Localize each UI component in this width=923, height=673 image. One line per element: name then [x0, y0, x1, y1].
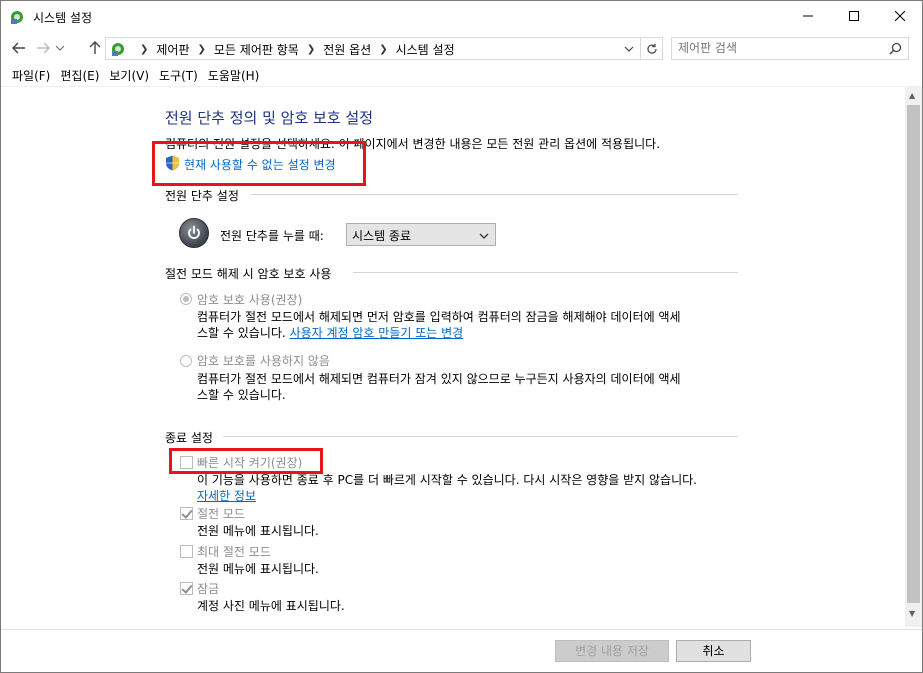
page-title: 전원 단추 정의 및 암호 보호 설정: [165, 109, 374, 127]
password-not-required-radio[interactable]: [180, 355, 192, 367]
breadcrumb-item[interactable]: 시스템 설정: [396, 41, 455, 58]
search-input[interactable]: [678, 41, 878, 55]
power-button-action-select[interactable]: 시스템 종료: [346, 223, 496, 246]
system-settings-window: 시스템 설정 ❯ 제어판 ❯ 모든 제어판 항목 ❯ 전원 옵션 ❯ 시스템 설…: [0, 0, 923, 673]
breadcrumb-separator-icon[interactable]: ❯: [307, 44, 315, 55]
fast-startup-desc: 이 기능을 사용하면 종료 후 PC를 더 빠르게 시작할 수 있습니다. 다시…: [197, 473, 697, 487]
breadcrumb-separator-icon[interactable]: ❯: [379, 44, 387, 55]
back-button[interactable]: [9, 37, 29, 59]
address-bar[interactable]: ❯ 제어판 ❯ 모든 제어판 항목 ❯ 전원 옵션 ❯ 시스템 설정: [105, 37, 641, 60]
cancel-button[interactable]: 취소: [676, 640, 751, 662]
control-panel-icon: [9, 9, 25, 25]
refresh-button[interactable]: [641, 37, 663, 60]
password-required-radio[interactable]: [180, 293, 192, 305]
user-account-password-link[interactable]: 사용자 계정 암호 만들기 또는 변경: [290, 326, 464, 340]
password-required-desc-text: 스할 수 있습니다.: [197, 326, 286, 340]
menu-help[interactable]: 도움말(H): [203, 67, 265, 84]
menu-file[interactable]: 파일(F): [7, 67, 55, 84]
menu-view[interactable]: 보기(V): [104, 67, 154, 84]
breadcrumb-item[interactable]: 제어판: [156, 41, 189, 58]
power-button-label: 전원 단추를 누를 때:: [220, 229, 324, 243]
title-bar: 시스템 설정: [1, 1, 922, 33]
sleep-desc: 전원 메뉴에 표시됩니다.: [197, 524, 319, 538]
password-section-heading: 절전 모드 해제 시 암호 보호 사용: [165, 267, 332, 281]
menu-tools[interactable]: 도구(T): [154, 67, 203, 84]
sleep-checkbox[interactable]: [180, 507, 193, 520]
navigation-bar: ❯ 제어판 ❯ 모든 제어판 항목 ❯ 전원 옵션 ❯ 시스템 설정: [1, 33, 922, 63]
scroll-up-icon[interactable]: ▲: [909, 91, 915, 100]
dialog-footer: 변경 내용 저장 취소: [1, 629, 922, 672]
vertical-scrollbar[interactable]: ▲ ▼: [905, 87, 922, 627]
hibernate-desc: 전원 메뉴에 표시됩니다.: [197, 562, 319, 576]
scrollbar-thumb[interactable]: [907, 105, 920, 603]
password-required-desc-line1: 컴퓨터가 절전 모드에서 해제되면 먼저 암호를 입력하여 컴퓨터의 잠금을 해…: [197, 310, 681, 324]
password-not-required-label: 암호 보호를 사용하지 않음: [197, 354, 330, 368]
highlight-box-change-settings: [152, 141, 366, 186]
password-required-label: 암호 보호 사용(권장): [197, 293, 303, 307]
close-button[interactable]: [877, 1, 922, 31]
address-dropdown-icon[interactable]: [624, 42, 634, 56]
maximize-button[interactable]: [831, 1, 877, 31]
control-panel-icon: [110, 41, 126, 57]
search-icon[interactable]: [889, 42, 902, 58]
password-required-desc-line2: 스할 수 있습니다. 사용자 계정 암호 만들기 또는 변경: [197, 324, 463, 341]
section-divider: [251, 194, 738, 195]
breadcrumb-separator-icon: ❯: [140, 44, 149, 55]
recent-locations-button[interactable]: [53, 37, 67, 59]
power-button-section-heading: 전원 단추 설정: [165, 189, 239, 203]
power-button-icon: [179, 218, 209, 248]
window-title: 시스템 설정: [33, 11, 93, 25]
password-not-required-desc-line1: 컴퓨터가 절전 모드에서 해제되면 컴퓨터가 잠겨 있지 않으므로 누구든지 사…: [197, 372, 681, 386]
power-button-action-value: 시스템 종료: [352, 229, 412, 243]
section-divider: [223, 436, 738, 437]
chevron-down-icon: [479, 229, 489, 243]
settings-content: 전원 단추 정의 및 암호 보호 설정 컴퓨터의 전원 설정을 선택하세요. 이…: [1, 87, 905, 627]
lock-checkbox[interactable]: [180, 582, 193, 595]
menu-bar: 파일(F) 편집(E) 보기(V) 도구(T) 도움말(H): [1, 65, 922, 87]
save-changes-button[interactable]: 변경 내용 저장: [555, 640, 669, 662]
hibernate-label: 최대 절전 모드: [197, 545, 271, 559]
password-not-required-desc-line2: 스할 수 있습니다.: [197, 388, 286, 402]
search-box[interactable]: [671, 37, 909, 60]
forward-button[interactable]: [33, 37, 53, 59]
minimize-button[interactable]: [785, 1, 831, 31]
shutdown-section-heading: 종료 설정: [165, 431, 213, 445]
breadcrumb-item[interactable]: 전원 옵션: [323, 41, 371, 58]
hibernate-checkbox[interactable]: [180, 545, 193, 558]
lock-desc: 계정 사진 메뉴에 표시됩니다.: [197, 599, 345, 613]
section-divider: [353, 272, 738, 273]
lock-label: 잠금: [197, 582, 220, 596]
sleep-label: 절전 모드: [197, 507, 245, 521]
breadcrumb-separator-icon[interactable]: ❯: [198, 44, 206, 55]
more-info-link[interactable]: 자세한 정보: [197, 487, 256, 504]
breadcrumb: ❯ 제어판 ❯ 모든 제어판 항목 ❯ 전원 옵션 ❯ 시스템 설정: [132, 41, 455, 58]
breadcrumb-item[interactable]: 모든 제어판 항목: [214, 41, 299, 58]
up-button[interactable]: [85, 37, 105, 59]
scroll-down-icon[interactable]: ▼: [909, 609, 915, 618]
menu-edit[interactable]: 편집(E): [55, 67, 104, 84]
